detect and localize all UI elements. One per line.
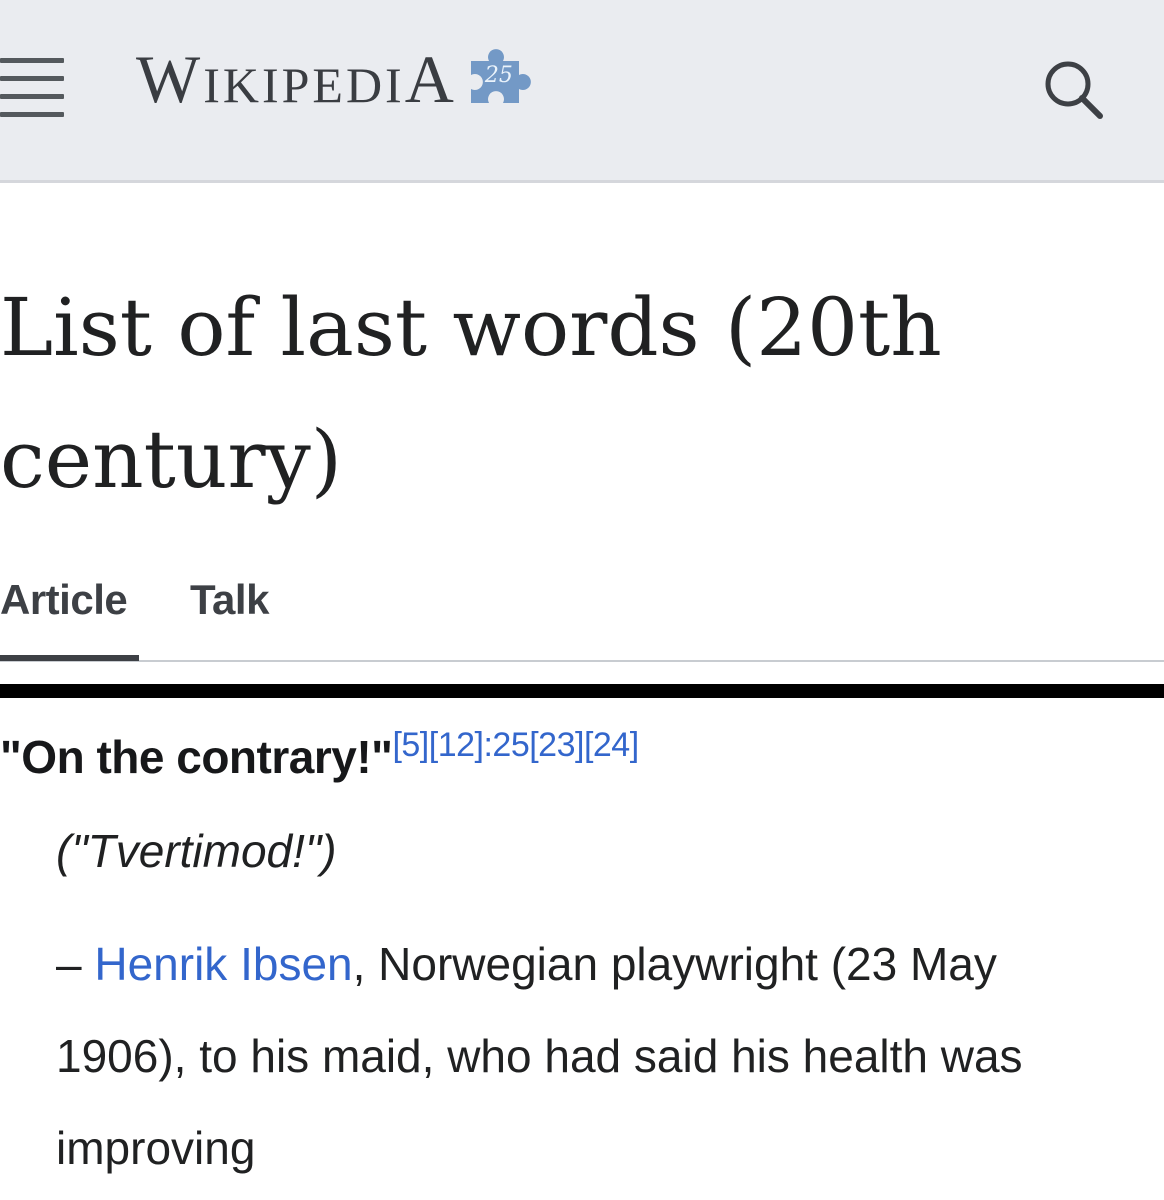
tabs-divider <box>0 660 1164 662</box>
wikipedia-wordmark: WIKIPEDIA <box>136 41 457 117</box>
search-icon[interactable] <box>1040 56 1110 126</box>
quote-text: "On the contrary!" <box>0 731 393 783</box>
top-header-bar: WIKIPEDIA 25 <box>0 0 1164 183</box>
tab-talk[interactable]: Talk <box>190 570 269 630</box>
anniversary-badge: 25 <box>484 63 513 88</box>
hamburger-menu-icon[interactable] <box>0 58 68 117</box>
page-title: List of last words (20th century) <box>0 281 942 506</box>
person-link-henrik-ibsen[interactable]: Henrik Ibsen <box>94 938 352 990</box>
attribution-dash: – <box>56 938 95 990</box>
quote-attribution: – Henrik Ibsen, Norwegian playwright (23… <box>56 918 1136 1194</box>
section-divider <box>0 684 1164 698</box>
tab-article[interactable]: Article <box>0 570 139 630</box>
reference-links[interactable]: [5][12]:25[23][24] <box>392 726 639 764</box>
puzzle-piece-icon: 25 <box>461 49 533 113</box>
wikipedia-logo[interactable]: WIKIPEDIA 25 <box>136 34 533 124</box>
active-tab-indicator <box>0 655 139 661</box>
quote-translation: ("Tvertimod!") <box>56 825 337 877</box>
page-tabs: Article Talk <box>0 570 1164 663</box>
quote-line: "On the contrary!"[5][12]:25[23][24] <box>0 726 639 784</box>
